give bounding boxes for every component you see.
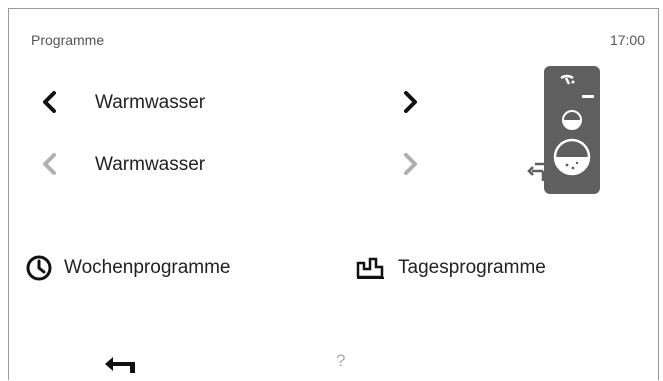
help-button[interactable]: ? xyxy=(336,351,345,371)
weekly-programs-label: Wochenprogramme xyxy=(64,257,231,278)
next-program-button-disabled xyxy=(398,150,422,178)
clock-time: 17:00 xyxy=(609,32,645,48)
chevron-right-icon xyxy=(404,153,417,175)
chevron-left-icon xyxy=(43,153,56,175)
weekly-programs-button[interactable]: Wochenprogramme xyxy=(26,250,231,286)
prev-program-button-disabled xyxy=(38,150,62,178)
daily-programs-label: Tagesprogramme xyxy=(398,257,546,278)
next-program-button[interactable] xyxy=(398,88,422,116)
day-profile-icon xyxy=(356,257,384,279)
program-row-2: Warmwasser xyxy=(38,146,428,182)
program-row-label: Warmwasser xyxy=(95,92,206,113)
program-row-1: Warmwasser xyxy=(38,84,428,120)
chevron-left-icon xyxy=(43,91,56,113)
back-button[interactable] xyxy=(101,352,141,376)
hot-water-tank-icon xyxy=(525,64,605,196)
daily-programs-button[interactable]: Tagesprogramme xyxy=(356,250,546,286)
clock-icon xyxy=(26,255,52,281)
program-row-label: Warmwasser xyxy=(95,154,206,175)
back-arrow-icon xyxy=(105,357,135,373)
page-title: Programme xyxy=(31,32,105,48)
prev-program-button[interactable] xyxy=(38,88,62,116)
chevron-right-icon xyxy=(404,91,417,113)
